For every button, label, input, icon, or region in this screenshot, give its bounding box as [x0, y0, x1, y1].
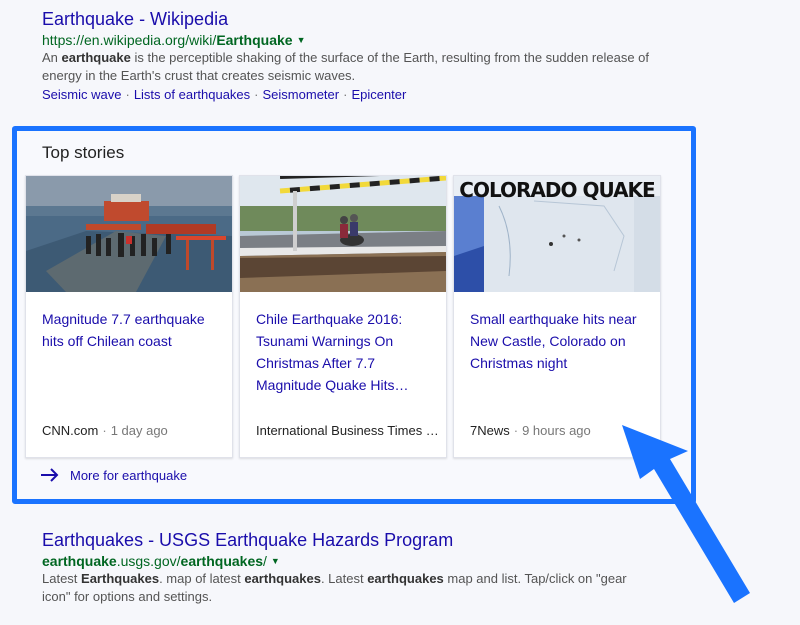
story-card-cnn[interactable]: Magnitude 7.7 earthquake hits off Chilea…	[25, 175, 233, 458]
url-bold: earthquakes	[180, 553, 264, 569]
dropdown-caret-icon[interactable]: ▼	[271, 552, 280, 570]
top-stories-title: Top stories	[42, 143, 125, 162]
story-source: CNN.com	[42, 423, 99, 438]
story-meta: International Business Times …	[256, 423, 440, 438]
story-headline[interactable]: Chile Earthquake 2016: Tsunami Warnings …	[256, 308, 436, 396]
story-time: 9 hours ago	[522, 423, 591, 438]
url-text: /	[263, 553, 267, 569]
separator: ·	[343, 87, 348, 102]
sitelink-lists-of-earthquakes[interactable]: Lists of earthquakes	[134, 87, 250, 102]
result-title-link[interactable]: Earthquakes - USGS Earthquake Hazards Pr…	[42, 529, 453, 551]
story-card-ibt[interactable]: Chile Earthquake 2016: Tsunami Warnings …	[239, 175, 447, 458]
story-meta: CNN.com · 1 day ago	[42, 423, 226, 438]
annotation-arrow-icon	[622, 425, 750, 603]
url-bold: Earthquake	[216, 32, 293, 48]
search-result-wikipedia: Earthquake - Wikipedia https://en.wikipe…	[42, 8, 682, 104]
result-url: https://en.wikipedia.org/wiki/Earthquake…	[42, 31, 682, 49]
separator: ·	[125, 87, 130, 102]
separator: ·	[102, 423, 107, 438]
url-bold: earthquake	[42, 553, 117, 569]
snippet-text: Latest	[42, 571, 82, 586]
url-prefix: https://en.wikipedia.org/wiki/	[42, 32, 217, 48]
result-snippet: An earthquake is the perceptible shaking…	[42, 49, 682, 85]
result-url: earthquake.usgs.gov/earthquakes/▼	[42, 552, 682, 570]
result-title-link[interactable]: Earthquake - Wikipedia	[42, 8, 228, 30]
sitelinks: Seismic wave · Lists of earthquakes · Seismo…	[42, 86, 682, 104]
sitelink-seismometer[interactable]: Seismometer	[263, 87, 340, 102]
snippet-text: An	[42, 50, 62, 65]
story-headline[interactable]: Magnitude 7.7 earthquake hits off Chilea…	[42, 308, 222, 352]
snippet-bold: earthquake	[61, 50, 131, 65]
more-for-earthquake-link[interactable]: More for earthquake	[40, 467, 187, 483]
story-source: International Business Times …	[256, 423, 439, 438]
road-crack-thumbnail[interactable]	[240, 176, 446, 292]
story-headline[interactable]: Small earthquake hits near New Castle, C…	[470, 308, 650, 374]
snippet-bold: earthquakes	[244, 571, 321, 586]
story-time: 1 day ago	[110, 423, 168, 438]
thumbnail-caption: COLORADO QUAKE	[459, 178, 655, 202]
sitelink-epicenter[interactable]: Epicenter	[351, 87, 406, 102]
snippet-bold: earthquakes	[367, 571, 444, 586]
separator: ·	[254, 87, 259, 102]
search-result-usgs: Earthquakes - USGS Earthquake Hazards Pr…	[42, 529, 682, 606]
url-text: .usgs.gov/	[116, 553, 181, 569]
story-source: 7News	[470, 423, 510, 438]
more-link-label: More for earthquake	[70, 467, 188, 483]
snippet-text: is the perceptible shaking of the surfac…	[42, 50, 650, 83]
snippet-text: . map of latest	[159, 571, 245, 586]
ferry-thumbnail[interactable]	[26, 176, 232, 292]
dropdown-caret-icon[interactable]: ▼	[297, 31, 306, 49]
snippet-text: . Latest	[320, 571, 368, 586]
sitelink-seismic-wave[interactable]: Seismic wave	[42, 87, 121, 102]
snippet-bold: Earthquakes	[81, 571, 160, 586]
right-arrow-icon	[41, 468, 59, 482]
separator: ·	[513, 423, 519, 438]
result-snippet: Latest Earthquakes. map of latest earthq…	[42, 570, 652, 606]
